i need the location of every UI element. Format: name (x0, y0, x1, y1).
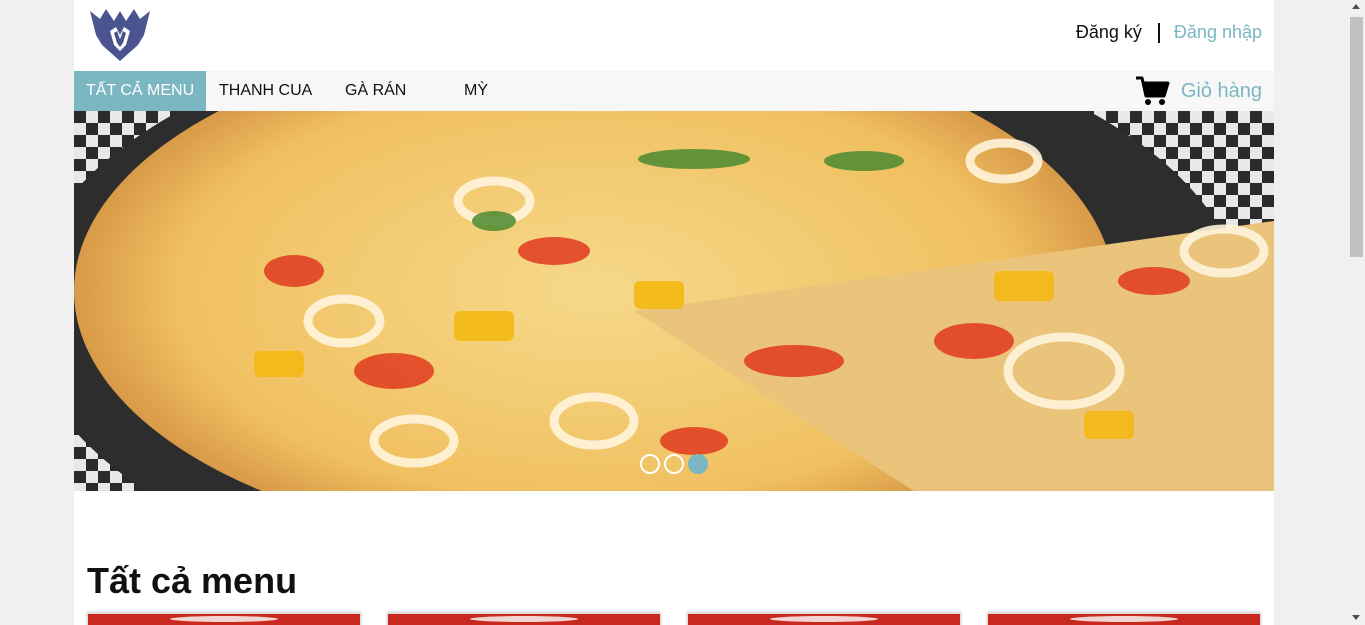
page-container: Đăng ký Đăng nhập TẤT CẢ MENU THANH CUA … (74, 0, 1274, 625)
register-link[interactable]: Đăng ký (1076, 22, 1142, 43)
auth-divider (1157, 22, 1160, 43)
nav-item-fried-chicken[interactable]: GÀ RÁN (345, 71, 406, 111)
scroll-down-icon[interactable] (1352, 615, 1360, 620)
auth-links: Đăng ký Đăng nhập (1076, 22, 1262, 43)
slider-dot-active[interactable] (688, 454, 708, 474)
vertical-scrollbar[interactable] (1348, 0, 1365, 625)
login-link[interactable]: Đăng nhập (1174, 22, 1262, 43)
nav-item-noodles[interactable]: MỲ (464, 71, 488, 111)
product-card[interactable] (387, 613, 661, 625)
nav-item-all-menu[interactable]: TẤT CẢ MENU (74, 71, 207, 111)
pizza-banner-image (74, 111, 1274, 491)
cart-label: Giỏ hàng (1180, 79, 1262, 102)
product-card[interactable] (687, 613, 961, 625)
main-nav: TẤT CẢ MENU THANH CUA GÀ RÁN MỲ Giỏ hàng (74, 71, 1274, 111)
slider-dot[interactable] (640, 454, 660, 474)
scroll-thumb[interactable] (1350, 17, 1363, 257)
scroll-up-icon[interactable] (1352, 4, 1360, 9)
shopping-cart-icon (1135, 75, 1171, 107)
crest-logo-icon[interactable] (86, 5, 154, 63)
product-card[interactable] (987, 613, 1261, 625)
site-header: Đăng ký Đăng nhập (74, 0, 1274, 71)
product-grid (87, 613, 1267, 625)
section-title: Tất cả menu (87, 560, 298, 601)
slider-dot[interactable] (664, 454, 684, 474)
nav-item-crab-sticks[interactable]: THANH CUA (219, 71, 312, 111)
cart-link[interactable]: Giỏ hàng (1135, 71, 1262, 111)
product-card[interactable] (87, 613, 361, 625)
slider-dots (640, 454, 708, 474)
banner-slider[interactable] (74, 111, 1274, 491)
